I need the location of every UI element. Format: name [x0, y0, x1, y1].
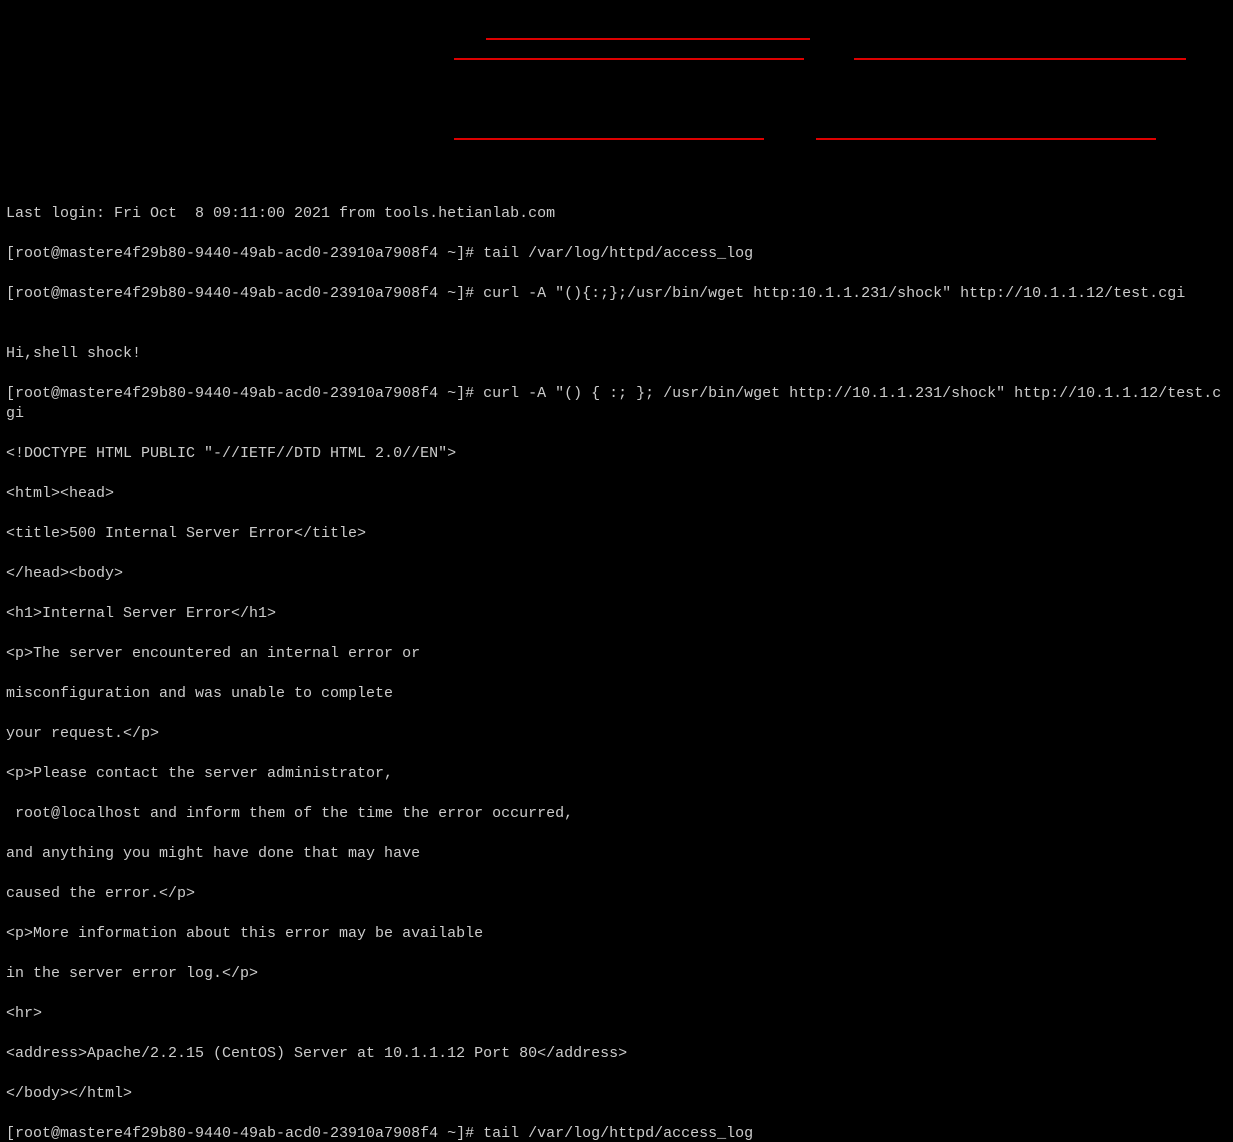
terminal-output-line: </body></html>: [6, 1084, 1227, 1104]
annotation-underline: [454, 58, 804, 60]
annotation-underline: [454, 138, 764, 140]
terminal-command-line: [root@mastere4f29b80-9440-49ab-acd0-2391…: [6, 1124, 1227, 1142]
terminal-output-line: and anything you might have done that ma…: [6, 844, 1227, 864]
terminal-command-line: [root@mastere4f29b80-9440-49ab-acd0-2391…: [6, 284, 1227, 304]
terminal-output-line: <address>Apache/2.2.15 (CentOS) Server a…: [6, 1044, 1227, 1064]
terminal-command-line: [root@mastere4f29b80-9440-49ab-acd0-2391…: [6, 244, 1227, 264]
terminal-output-line: <h1>Internal Server Error</h1>: [6, 604, 1227, 624]
terminal-line: Last login: Fri Oct 8 09:11:00 2021 from…: [6, 204, 1227, 224]
terminal-output-line: misconfiguration and was unable to compl…: [6, 684, 1227, 704]
annotation-underline: [486, 38, 810, 40]
terminal-output-line: root@localhost and inform them of the ti…: [6, 804, 1227, 824]
terminal-output-line: </head><body>: [6, 564, 1227, 584]
terminal-output-line: <!DOCTYPE HTML PUBLIC "-//IETF//DTD HTML…: [6, 444, 1227, 464]
terminal-output-line: Hi,shell shock!: [6, 344, 1227, 364]
terminal-command-line: [root@mastere4f29b80-9440-49ab-acd0-2391…: [6, 384, 1227, 424]
terminal-output-line: caused the error.</p>: [6, 884, 1227, 904]
terminal-output-line: <html><head>: [6, 484, 1227, 504]
terminal-output-line: <hr>: [6, 1004, 1227, 1024]
terminal-output-line: your request.</p>: [6, 724, 1227, 744]
terminal-output-line: <p>The server encountered an internal er…: [6, 644, 1227, 664]
annotation-underline: [854, 58, 1186, 60]
terminal-output-line: <p>Please contact the server administrat…: [6, 764, 1227, 784]
annotation-underline: [816, 138, 1156, 140]
terminal-output-line: <title>500 Internal Server Error</title>: [6, 524, 1227, 544]
terminal-output-line: <p>More information about this error may…: [6, 924, 1227, 944]
terminal-output-line: in the server error log.</p>: [6, 964, 1227, 984]
